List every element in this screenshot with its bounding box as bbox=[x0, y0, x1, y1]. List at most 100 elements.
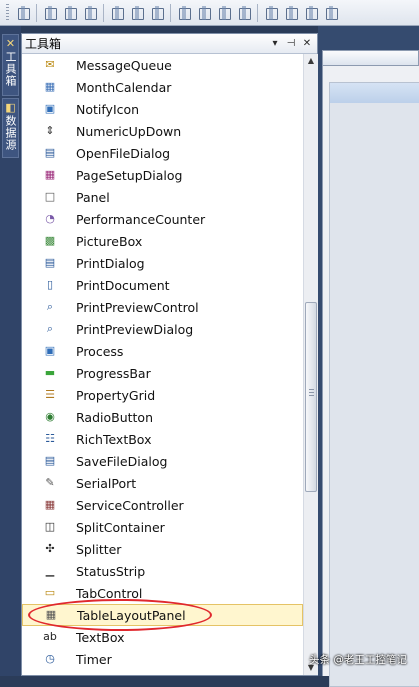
form-window[interactable] bbox=[329, 82, 419, 687]
toolbox-item[interactable]: ▤ PrintDialog bbox=[22, 252, 303, 274]
toolbox-item[interactable]: ▬ ProgressBar bbox=[22, 362, 303, 384]
toolbox-item-label: PrintDocument bbox=[76, 277, 170, 293]
align-centers-icon[interactable] bbox=[62, 5, 78, 21]
toolbox-item[interactable]: ab TextBox bbox=[22, 626, 303, 648]
window-position-dropdown-icon[interactable]: ▾ bbox=[268, 37, 282, 51]
toolbox-item[interactable]: ▦ MonthCalendar bbox=[22, 76, 303, 98]
left-dock-strip: ✕ 工具箱 ◧ 数据源 bbox=[0, 26, 21, 676]
layout-toolbar bbox=[0, 0, 419, 26]
vertical-scrollbar[interactable]: ▲ ▼ bbox=[303, 54, 318, 675]
toolbox-item[interactable]: ◷ Timer bbox=[22, 648, 303, 670]
size-to-grid-icon[interactable] bbox=[216, 5, 232, 21]
toolbox-item[interactable]: ▭ TabControl bbox=[22, 582, 303, 604]
toolbox-item[interactable]: ◉ RadioButton bbox=[22, 406, 303, 428]
toolbox-item-label: PerformanceCounter bbox=[76, 211, 206, 227]
toolbox-item[interactable]: ▯ PrintDocument bbox=[22, 274, 303, 296]
toolbox-item-label: NumericUpDown bbox=[76, 123, 182, 139]
side-tab-toolbox[interactable]: ✕ 工具箱 bbox=[2, 34, 19, 96]
toolbox-item-label: PropertyGrid bbox=[76, 387, 156, 403]
toolbar-grip[interactable] bbox=[6, 3, 9, 22]
toolbox-item-label: SaveFileDialog bbox=[76, 453, 168, 469]
align-grid-icon[interactable] bbox=[15, 5, 31, 21]
toolbox-item[interactable]: ▣ Process bbox=[22, 340, 303, 362]
horizontal-spacing-remove-icon[interactable] bbox=[323, 5, 339, 21]
horizontal-spacing-decrease-icon[interactable] bbox=[303, 5, 319, 21]
toolbox-item[interactable]: ✣ Splitter bbox=[22, 538, 303, 560]
picture-box-icon: ▩ bbox=[44, 234, 56, 247]
toolbox-item-label: SplitContainer bbox=[76, 519, 165, 535]
rich-text-box-icon: ☷ bbox=[45, 432, 55, 445]
align-lefts-icon[interactable] bbox=[42, 5, 58, 21]
panel-icon: □ bbox=[44, 190, 56, 203]
message-queue-icon: ✉ bbox=[45, 58, 55, 71]
serial-port-icon: ✎ bbox=[45, 476, 55, 489]
toolbox-item[interactable]: ▦ ServiceController bbox=[22, 494, 303, 516]
make-same-width-icon[interactable] bbox=[176, 5, 192, 21]
auto-hide-pin-icon[interactable]: ⊣ bbox=[284, 37, 298, 51]
toolbox-item[interactable]: ◔ PerformanceCounter bbox=[22, 208, 303, 230]
data-source-icon: ◧ bbox=[5, 101, 16, 114]
toolbox-item[interactable]: ⌕ PrintPreviewControl bbox=[22, 296, 303, 318]
toolbox-item[interactable]: ▦ PageSetupDialog bbox=[22, 164, 303, 186]
performance-counter-icon: ◔ bbox=[45, 212, 55, 225]
horizontal-spacing-equal-icon[interactable] bbox=[263, 5, 279, 21]
toolbar-separator bbox=[257, 3, 258, 22]
status-strip-icon: ▁ bbox=[45, 564, 55, 577]
toolbox-item[interactable]: ✎ SerialPort bbox=[22, 472, 303, 494]
toolbox-item[interactable]: ☷ RichTextBox bbox=[22, 428, 303, 450]
align-rights-icon[interactable] bbox=[82, 5, 98, 21]
process-icon: ▣ bbox=[44, 344, 56, 357]
horizontal-spacing-increase-icon[interactable] bbox=[283, 5, 299, 21]
text-box-icon: ab bbox=[43, 630, 57, 643]
align-middles-icon[interactable] bbox=[129, 5, 145, 21]
toolbox-item[interactable]: ▩ PictureBox bbox=[22, 230, 303, 252]
scrollbar-thumb[interactable] bbox=[305, 302, 317, 492]
toolbox-item[interactable]: □ Panel bbox=[22, 186, 303, 208]
timer-icon: ◷ bbox=[45, 652, 55, 665]
close-icon[interactable]: ✕ bbox=[300, 37, 314, 51]
toolbox-item[interactable]: ⌕ PrintPreviewDialog bbox=[22, 318, 303, 340]
toolbox-item[interactable]: ▤ OpenFileDialog bbox=[22, 142, 303, 164]
align-tops-icon[interactable] bbox=[109, 5, 125, 21]
toolbox-item[interactable]: ☰ PropertyGrid bbox=[22, 384, 303, 406]
document-tab[interactable] bbox=[322, 50, 419, 66]
form-designer-surface[interactable] bbox=[322, 66, 419, 687]
side-tab-data-sources[interactable]: ◧ 数据源 bbox=[2, 98, 19, 158]
toolbox-item-label: OpenFileDialog bbox=[76, 145, 171, 161]
toolbox-item-label: TabControl bbox=[76, 585, 143, 601]
side-tab-label: 工具箱 bbox=[4, 51, 17, 87]
toolbox-item-label: ProgressBar bbox=[76, 365, 151, 381]
print-preview-control-icon: ⌕ bbox=[46, 300, 54, 313]
toolbox-item[interactable]: ▦ TableLayoutPanel bbox=[22, 604, 303, 626]
toolbox-item-label: PrintDialog bbox=[76, 255, 145, 271]
toolbox-item-label: NotifyIcon bbox=[76, 101, 140, 117]
side-tab-label: 数据源 bbox=[4, 115, 17, 151]
align-bottoms-icon[interactable] bbox=[149, 5, 165, 21]
toolbox-header: 工具箱 ▾ ⊣ ✕ bbox=[22, 34, 317, 54]
toolbox-item-label: Timer bbox=[76, 651, 112, 667]
toolbox-item-label: TableLayoutPanel bbox=[77, 607, 186, 623]
open-file-dialog-icon: ▤ bbox=[44, 146, 56, 159]
make-same-size-icon[interactable] bbox=[236, 5, 252, 21]
toolbox-item[interactable]: ▤ SaveFileDialog bbox=[22, 450, 303, 472]
toolbar-separator bbox=[170, 3, 171, 22]
toolbox-item-label: TextBox bbox=[76, 629, 125, 645]
toolbox-item[interactable]: ▣ NotifyIcon bbox=[22, 98, 303, 120]
scroll-up-icon[interactable]: ▲ bbox=[304, 54, 318, 68]
make-same-height-icon[interactable] bbox=[196, 5, 212, 21]
toolbox-item[interactable]: ◫ SplitContainer bbox=[22, 516, 303, 538]
toolbox-item[interactable]: ✉ MessageQueue bbox=[22, 54, 303, 76]
split-container-icon: ◫ bbox=[44, 520, 56, 533]
toolbox-item-list: ✉ MessageQueue ▦ MonthCalendar ▣ NotifyIcon ⇕ N… bbox=[22, 54, 303, 675]
toolbox-icon: ✕ bbox=[5, 37, 16, 50]
toolbox-item[interactable]: ⇕ NumericUpDown bbox=[22, 120, 303, 142]
page-setup-dialog-icon: ▦ bbox=[44, 168, 56, 181]
print-document-icon: ▯ bbox=[46, 278, 54, 291]
tab-control-icon: ▭ bbox=[44, 586, 56, 599]
table-layout-panel-icon: ▦ bbox=[45, 608, 57, 621]
designer-area bbox=[318, 26, 419, 687]
toolbox-item[interactable]: ▁ StatusStrip bbox=[22, 560, 303, 582]
toolbox-item-label: Splitter bbox=[76, 541, 122, 557]
print-preview-dialog-icon: ⌕ bbox=[46, 322, 54, 335]
progress-bar-icon: ▬ bbox=[44, 366, 56, 379]
